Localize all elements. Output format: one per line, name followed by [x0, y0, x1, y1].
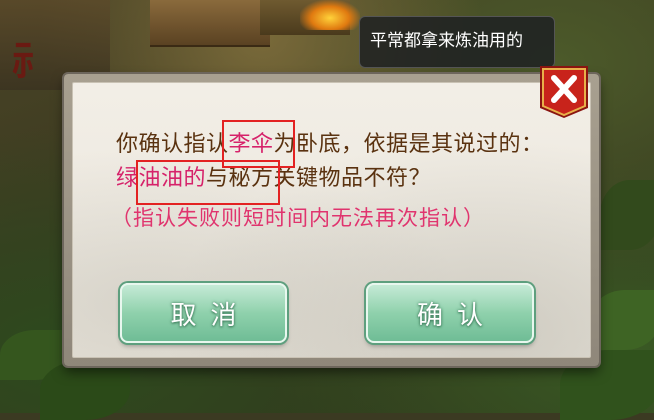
- scene-foliage: [600, 180, 654, 250]
- message-text: 为卧底，依据是其说过的：: [273, 132, 544, 157]
- annotation-box-evidence: [136, 160, 280, 205]
- scene-fire: [300, 0, 360, 30]
- scene-red-calligraphy: ⺬: [12, 37, 52, 84]
- message-text: 你确认指认: [116, 132, 229, 157]
- close-x-icon: [540, 66, 588, 118]
- scene-crate: [150, 0, 270, 47]
- warning-text: （指认失败则短时间内无法再次指认）: [111, 206, 485, 230]
- scene-foliage: [40, 360, 130, 420]
- close-button[interactable]: [536, 64, 592, 120]
- scene-foliage: [590, 290, 654, 350]
- confirm-button[interactable]: 确认: [366, 283, 534, 343]
- speech-bubble-text: 平常都拿来炼油用的: [370, 31, 523, 51]
- cancel-button[interactable]: 取消: [120, 283, 287, 343]
- npc-speech-bubble: 平常都拿来炼油用的: [359, 16, 555, 68]
